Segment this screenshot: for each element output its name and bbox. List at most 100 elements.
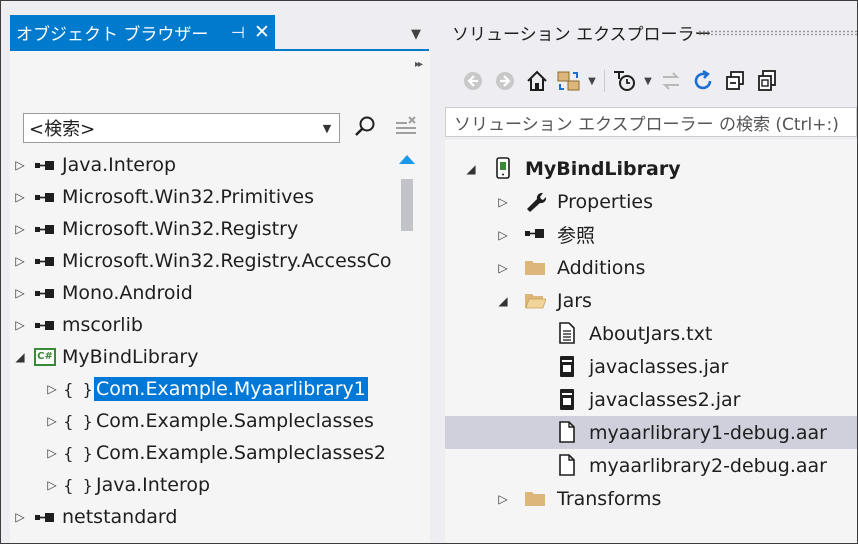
show-all-files-icon bbox=[758, 70, 776, 91]
tree-item[interactable]: ▷{ } Com.Example.Sampleclasses2 bbox=[42, 437, 388, 469]
show-all-files-button[interactable] bbox=[751, 66, 783, 96]
search-icon bbox=[355, 116, 375, 136]
tree-item-label: myaarlibrary1-debug.aar bbox=[589, 421, 827, 444]
tree-item[interactable]: myaarlibrary1-debug.aar bbox=[445, 416, 857, 449]
namespace-icon: { } bbox=[63, 379, 93, 399]
tree-item[interactable]: ▷ 参照 bbox=[445, 218, 857, 251]
tree-item[interactable]: ◢ C# MyBindLibrary bbox=[10, 341, 201, 373]
collapsed-arrow-icon[interactable]: ▷ bbox=[10, 158, 30, 172]
tree-item[interactable]: ▷{ } Com.Example.Sampleclasses bbox=[42, 405, 376, 437]
assembly-icon bbox=[35, 224, 54, 234]
chevron-down-icon[interactable]: ▼ bbox=[315, 122, 339, 135]
forward-button[interactable] bbox=[489, 66, 521, 96]
back-button[interactable] bbox=[457, 66, 489, 96]
collapsed-arrow-icon[interactable]: ▷ bbox=[42, 414, 62, 428]
tree-item[interactable]: AboutJars.txt bbox=[445, 317, 857, 350]
tree-item-icon bbox=[549, 388, 585, 411]
tree-item-label: Jars bbox=[557, 289, 592, 312]
file-icon bbox=[559, 421, 575, 443]
collapsed-arrow-icon[interactable]: ▷ bbox=[42, 478, 62, 492]
collapse-all-button[interactable] bbox=[719, 66, 751, 96]
solution-explorer-search-input[interactable]: ソリューション エクスプローラー の検索 (Ctrl+:) bbox=[445, 107, 857, 137]
solution-explorer-pane: ソリューション エクスプローラー ▼ ▼ ソリューション エクスプローラー の検… bbox=[443, 14, 858, 543]
android-project-icon bbox=[496, 157, 510, 179]
tree-item[interactable]: ▷ netstandard bbox=[10, 501, 179, 533]
collapsed-arrow-icon[interactable]: ▷ bbox=[10, 318, 30, 332]
collapsed-arrow-icon[interactable]: ▷ bbox=[489, 228, 517, 242]
tree-item-content: ◢ Jars bbox=[445, 289, 592, 312]
collapsed-arrow-icon[interactable]: ▷ bbox=[42, 446, 62, 460]
tree-item[interactable]: ▷ Microsoft.Win32.Primitives bbox=[10, 181, 316, 213]
tree-item[interactable]: ▷ Microsoft.Win32.Registry.AccessControl bbox=[10, 245, 393, 277]
filter-dropdown-icon[interactable]: ▼ bbox=[641, 76, 655, 87]
sync-view-button[interactable] bbox=[553, 66, 585, 96]
tree-item-label: Com.Example.Myaarlibrary1 bbox=[94, 377, 368, 401]
collapsed-arrow-icon[interactable]: ▷ bbox=[489, 261, 517, 275]
tree-item[interactable]: ▷ mscorlib bbox=[10, 309, 145, 341]
close-icon[interactable]: ✕ bbox=[249, 21, 275, 43]
undo-button[interactable] bbox=[655, 66, 687, 96]
home-button[interactable] bbox=[521, 66, 553, 96]
tree-item[interactable]: ▷ Microsoft.Win32.Registry bbox=[10, 213, 300, 245]
folder-icon bbox=[525, 492, 545, 506]
title-grip[interactable] bbox=[698, 30, 858, 36]
assembly-icon bbox=[35, 192, 54, 202]
collapse-all-icon bbox=[726, 71, 744, 90]
tree-item[interactable]: ▷ Additions bbox=[445, 251, 857, 284]
tree-item-content: AboutJars.txt bbox=[445, 322, 712, 345]
tree-item[interactable]: ◢ Jars bbox=[445, 284, 857, 317]
collapsed-arrow-icon[interactable]: ▷ bbox=[489, 492, 517, 506]
clear-search-button[interactable] bbox=[391, 111, 421, 143]
pane-splitter[interactable] bbox=[433, 1, 443, 543]
forward-icon bbox=[496, 72, 514, 90]
collapsed-arrow-icon[interactable]: ▷ bbox=[489, 195, 517, 209]
tree-item[interactable]: ▷{ } Java.Interop bbox=[42, 469, 212, 501]
object-browser-tab[interactable]: オブジェクト ブラウザー ⊣ ✕ bbox=[10, 15, 275, 49]
collapsed-arrow-icon[interactable]: ▷ bbox=[10, 254, 30, 268]
tree-item[interactable]: ▷ Transforms bbox=[445, 482, 857, 515]
solution-explorer-title[interactable]: ソリューション エクスプローラー bbox=[452, 20, 712, 45]
pending-changes-filter-button[interactable] bbox=[609, 66, 641, 96]
scroll-up-icon[interactable] bbox=[399, 155, 415, 164]
expanded-arrow-icon[interactable]: ◢ bbox=[489, 294, 517, 308]
tree-item-label: Com.Example.Sampleclasses2 bbox=[96, 442, 386, 464]
refresh-button[interactable] bbox=[687, 66, 719, 96]
file-icon bbox=[559, 454, 575, 476]
tree-item[interactable]: ▷ Java.Interop bbox=[10, 149, 178, 181]
expanded-arrow-icon[interactable]: ◢ bbox=[457, 162, 485, 176]
toolbar-overflow-icon[interactable]: ▸▸ bbox=[415, 59, 423, 70]
tree-item-icon bbox=[517, 289, 553, 312]
collapsed-arrow-icon[interactable]: ▷ bbox=[10, 286, 30, 300]
tree-item[interactable]: javaclasses.jar bbox=[445, 350, 857, 383]
tree-item[interactable]: myaarlibrary2-debug.aar bbox=[445, 449, 857, 482]
object-browser-search-combo[interactable]: <検索> ▼ bbox=[23, 113, 340, 143]
tree-item-icon bbox=[549, 322, 585, 345]
collapsed-arrow-icon[interactable]: ▷ bbox=[10, 222, 30, 236]
assembly-icon bbox=[35, 256, 54, 266]
tree-item-content: ◢ MyBindLibrary bbox=[445, 157, 681, 180]
collapsed-arrow-icon[interactable]: ▷ bbox=[10, 190, 30, 204]
collapsed-arrow-icon[interactable]: ▷ bbox=[42, 382, 62, 396]
pin-icon[interactable]: ⊣ bbox=[227, 23, 249, 42]
search-button[interactable] bbox=[350, 111, 380, 143]
tree-item[interactable]: ▷ Mono.Android bbox=[10, 277, 195, 309]
tab-dropdown-icon[interactable]: ▼ bbox=[411, 27, 421, 42]
scrollbar-thumb[interactable] bbox=[401, 179, 413, 231]
vertical-scrollbar[interactable] bbox=[397, 149, 417, 543]
tree-item-content: ▷ Additions bbox=[445, 256, 645, 279]
search-combo-value[interactable]: <検索> bbox=[29, 115, 315, 141]
tree-item[interactable]: ▷{ } Com.Example.Myaarlibrary1 bbox=[42, 373, 368, 405]
expanded-arrow-icon[interactable]: ◢ bbox=[10, 350, 30, 364]
tree-item-label: AboutJars.txt bbox=[589, 322, 713, 345]
tree-item-icon bbox=[549, 355, 585, 378]
tree-item-label: Java.Interop bbox=[62, 154, 177, 176]
home-icon bbox=[527, 70, 547, 91]
collapsed-arrow-icon[interactable]: ▷ bbox=[10, 510, 30, 524]
sync-view-dropdown-icon[interactable]: ▼ bbox=[585, 76, 599, 87]
tree-item[interactable]: javaclasses2.jar bbox=[445, 383, 857, 416]
undo-icon bbox=[662, 72, 680, 90]
tree-item[interactable]: ▷ Properties bbox=[445, 185, 857, 218]
tree-item-label: Mono.Android bbox=[62, 282, 193, 304]
tree-item-content: myaarlibrary2-debug.aar bbox=[445, 454, 827, 477]
tree-item[interactable]: ◢ MyBindLibrary bbox=[445, 152, 857, 185]
